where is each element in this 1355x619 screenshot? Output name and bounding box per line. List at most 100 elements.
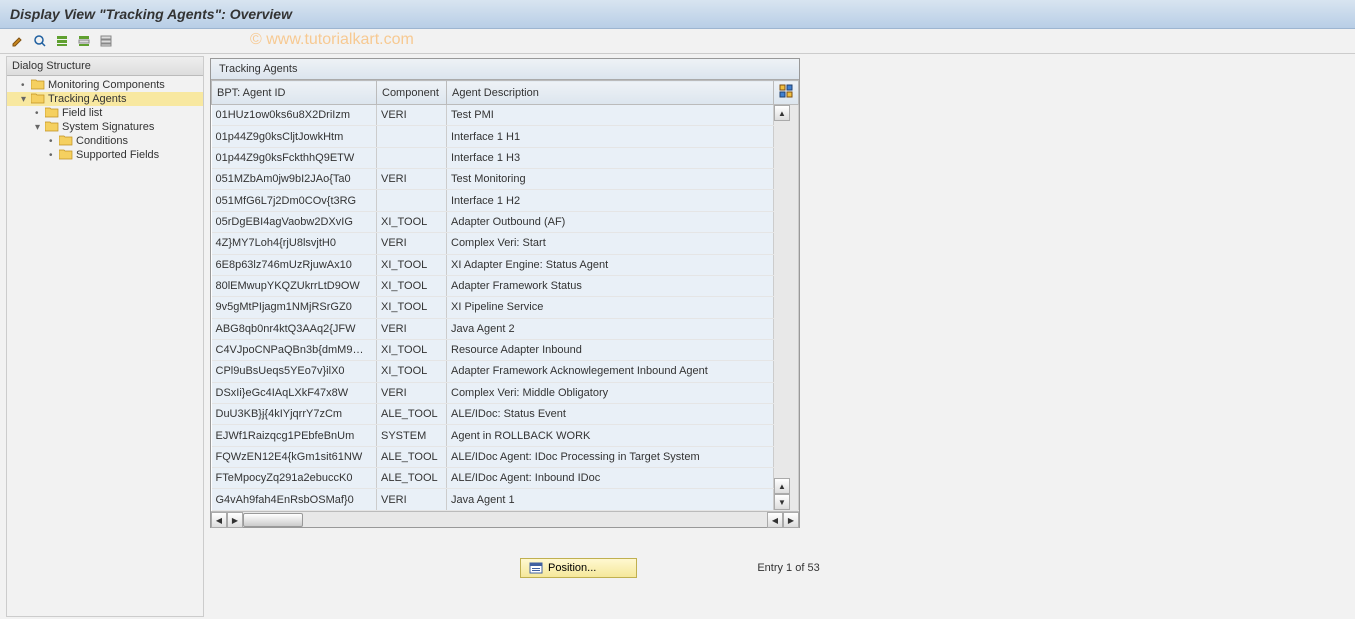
- cell-component[interactable]: VERI: [377, 169, 447, 190]
- cell-component[interactable]: ALE_TOOL: [377, 404, 447, 425]
- cell-description[interactable]: ALE/IDoc Agent: IDoc Processing in Targe…: [447, 446, 774, 467]
- deselect-all-icon[interactable]: [98, 33, 114, 49]
- cell-component[interactable]: VERI: [377, 382, 447, 403]
- cell-description[interactable]: XI Adapter Engine: Status Agent: [447, 254, 774, 275]
- tree-toggle-icon[interactable]: •: [35, 108, 45, 119]
- tree-toggle-icon[interactable]: ▾: [35, 122, 45, 133]
- scroll-right-button-2[interactable]: ▶: [783, 512, 799, 528]
- cell-agent-id[interactable]: 01p44Z9g0ksCljtJowkHtm: [212, 126, 377, 147]
- cell-description[interactable]: Interface 1 H3: [447, 147, 774, 168]
- table-row[interactable]: 9v5gMtPIjagm1NMjRSrGZ0XI_TOOLXI Pipeline…: [212, 297, 799, 318]
- cell-component[interactable]: [377, 147, 447, 168]
- cell-agent-id[interactable]: CPl9uBsUeqs5YEo7v}ilX0: [212, 361, 377, 382]
- table-row[interactable]: C4VJpoCNPaQBn3b{dmM9…XI_TOOLResource Ada…: [212, 339, 799, 360]
- scroll-up-button[interactable]: ▲: [774, 105, 790, 121]
- cell-component[interactable]: XI_TOOL: [377, 297, 447, 318]
- scroll-down-button[interactable]: ▲: [774, 478, 790, 494]
- tree-item-tracking-agents[interactable]: ▾Tracking Agents: [7, 92, 203, 106]
- details-icon[interactable]: [32, 33, 48, 49]
- table-row[interactable]: 051MZbAm0jw9bI2JAo{Ta0VERITest Monitorin…: [212, 169, 799, 190]
- cell-description[interactable]: ALE/IDoc: Status Event: [447, 404, 774, 425]
- cell-agent-id[interactable]: 05rDgEBI4agVaobw2DXvIG: [212, 211, 377, 232]
- table-row[interactable]: 051MfG6L7j2Dm0COv{t3RG Interface 1 H2: [212, 190, 799, 211]
- cell-component[interactable]: VERI: [377, 318, 447, 339]
- scroll-left-button-2[interactable]: ◀: [767, 512, 783, 528]
- table-row[interactable]: DuU3KB}j{4kIYjqrrY7zCmALE_TOOLALE/IDoc: …: [212, 404, 799, 425]
- cell-agent-id[interactable]: 051MfG6L7j2Dm0COv{t3RG: [212, 190, 377, 211]
- table-row[interactable]: EJWf1Raizqcg1PEbfeBnUmSYSTEMAgent in ROL…: [212, 425, 799, 446]
- table-row[interactable]: DSxIi}eGc4IAqLXkF47x8WVERIComplex Veri: …: [212, 382, 799, 403]
- tree-toggle-icon[interactable]: •: [21, 80, 31, 91]
- cell-agent-id[interactable]: FQWzEN12E4{kGm1sit61NW: [212, 446, 377, 467]
- cell-description[interactable]: Test Monitoring: [447, 169, 774, 190]
- table-row[interactable]: G4vAh9fah4EnRsbOSMaf}0VERIJava Agent 1: [212, 489, 799, 511]
- cell-description[interactable]: Resource Adapter Inbound: [447, 339, 774, 360]
- cell-agent-id[interactable]: DSxIi}eGc4IAqLXkF47x8W: [212, 382, 377, 403]
- cell-description[interactable]: Agent in ROLLBACK WORK: [447, 425, 774, 446]
- cell-component[interactable]: VERI: [377, 233, 447, 254]
- select-all-icon[interactable]: [54, 33, 70, 49]
- hscroll-thumb[interactable]: [243, 513, 303, 527]
- cell-agent-id[interactable]: C4VJpoCNPaQBn3b{dmM9…: [212, 339, 377, 360]
- hscroll-track[interactable]: [243, 512, 382, 527]
- cell-description[interactable]: Complex Veri: Middle Obligatory: [447, 382, 774, 403]
- table-row[interactable]: 4Z}MY7Loh4{rjU8lsvjtH0VERIComplex Veri: …: [212, 233, 799, 254]
- cell-agent-id[interactable]: 01HUz1ow0ks6u8X2DriIzm: [212, 105, 377, 126]
- cell-agent-id[interactable]: 051MZbAm0jw9bI2JAo{Ta0: [212, 169, 377, 190]
- cell-component[interactable]: XI_TOOL: [377, 211, 447, 232]
- tree-toggle-icon[interactable]: •: [49, 150, 59, 161]
- cell-description[interactable]: ALE/IDoc Agent: Inbound IDoc: [447, 468, 774, 489]
- cell-component[interactable]: [377, 190, 447, 211]
- scroll-down-button-2[interactable]: ▼: [774, 494, 790, 510]
- scroll-right-button[interactable]: ▶: [227, 512, 243, 528]
- table-row[interactable]: FQWzEN12E4{kGm1sit61NWALE_TOOLALE/IDoc A…: [212, 446, 799, 467]
- column-header-description[interactable]: Agent Description: [447, 81, 774, 105]
- tree-item-supported-fields[interactable]: •Supported Fields: [7, 148, 203, 162]
- table-config-button[interactable]: [774, 81, 799, 105]
- table-row[interactable]: 80lEMwupYKQZUkrrLtD9OWXI_TOOLAdapter Fra…: [212, 275, 799, 296]
- vertical-scrollbar[interactable]: ▲▲▼: [774, 105, 799, 511]
- cell-description[interactable]: Java Agent 2: [447, 318, 774, 339]
- cell-agent-id[interactable]: ABG8qb0nr4ktQ3AAq2{JFW: [212, 318, 377, 339]
- position-button[interactable]: Position...: [520, 558, 637, 578]
- cell-agent-id[interactable]: G4vAh9fah4EnRsbOSMaf}0: [212, 489, 377, 511]
- cell-component[interactable]: XI_TOOL: [377, 275, 447, 296]
- edit-icon[interactable]: [10, 33, 26, 49]
- cell-agent-id[interactable]: 9v5gMtPIjagm1NMjRSrGZ0: [212, 297, 377, 318]
- cell-component[interactable]: XI_TOOL: [377, 339, 447, 360]
- select-block-icon[interactable]: [76, 33, 92, 49]
- cell-description[interactable]: Adapter Framework Acknowlegement Inbound…: [447, 361, 774, 382]
- cell-description[interactable]: Interface 1 H1: [447, 126, 774, 147]
- table-row[interactable]: 01p44Z9g0ksFckthhQ9ETWInterface 1 H3: [212, 147, 799, 168]
- tree-toggle-icon[interactable]: ▾: [21, 94, 31, 105]
- cell-agent-id[interactable]: FTeMpocyZq291a2ebuccK0: [212, 468, 377, 489]
- cell-agent-id[interactable]: EJWf1Raizqcg1PEbfeBnUm: [212, 425, 377, 446]
- table-row[interactable]: 6E8p63lz746mUzRjuwAx10XI_TOOLXI Adapter …: [212, 254, 799, 275]
- table-row[interactable]: 01p44Z9g0ksCljtJowkHtm Interface 1 H1: [212, 126, 799, 147]
- table-row[interactable]: ABG8qb0nr4ktQ3AAq2{JFWVERIJava Agent 2: [212, 318, 799, 339]
- cell-agent-id[interactable]: DuU3KB}j{4kIYjqrrY7zCm: [212, 404, 377, 425]
- horizontal-scrollbar[interactable]: ◀ ▶ ◀ ▶: [211, 511, 799, 527]
- cell-component[interactable]: VERI: [377, 489, 447, 511]
- tree-item-field-list[interactable]: •Field list: [7, 106, 203, 120]
- cell-description[interactable]: Interface 1 H2: [447, 190, 774, 211]
- cell-description[interactable]: Adapter Framework Status: [447, 275, 774, 296]
- cell-agent-id[interactable]: 6E8p63lz746mUzRjuwAx10: [212, 254, 377, 275]
- cell-component[interactable]: ALE_TOOL: [377, 468, 447, 489]
- scroll-left-button[interactable]: ◀: [211, 512, 227, 528]
- cell-description[interactable]: Java Agent 1: [447, 489, 774, 511]
- cell-component[interactable]: XI_TOOL: [377, 254, 447, 275]
- cell-agent-id[interactable]: 80lEMwupYKQZUkrrLtD9OW: [212, 275, 377, 296]
- table-row[interactable]: 05rDgEBI4agVaobw2DXvIGXI_TOOLAdapter Out…: [212, 211, 799, 232]
- cell-component[interactable]: VERI: [377, 105, 447, 126]
- table-row[interactable]: FTeMpocyZq291a2ebuccK0ALE_TOOLALE/IDoc A…: [212, 468, 799, 489]
- table-row[interactable]: CPl9uBsUeqs5YEo7v}ilX0XI_TOOLAdapter Fra…: [212, 361, 799, 382]
- tree-toggle-icon[interactable]: •: [49, 136, 59, 147]
- cell-description[interactable]: XI Pipeline Service: [447, 297, 774, 318]
- tree-item-system-signatures[interactable]: ▾System Signatures: [7, 120, 203, 134]
- tree-item-conditions[interactable]: •Conditions: [7, 134, 203, 148]
- cell-component[interactable]: ALE_TOOL: [377, 446, 447, 467]
- column-header-component[interactable]: Component: [377, 81, 447, 105]
- cell-component[interactable]: [377, 126, 447, 147]
- cell-component[interactable]: XI_TOOL: [377, 361, 447, 382]
